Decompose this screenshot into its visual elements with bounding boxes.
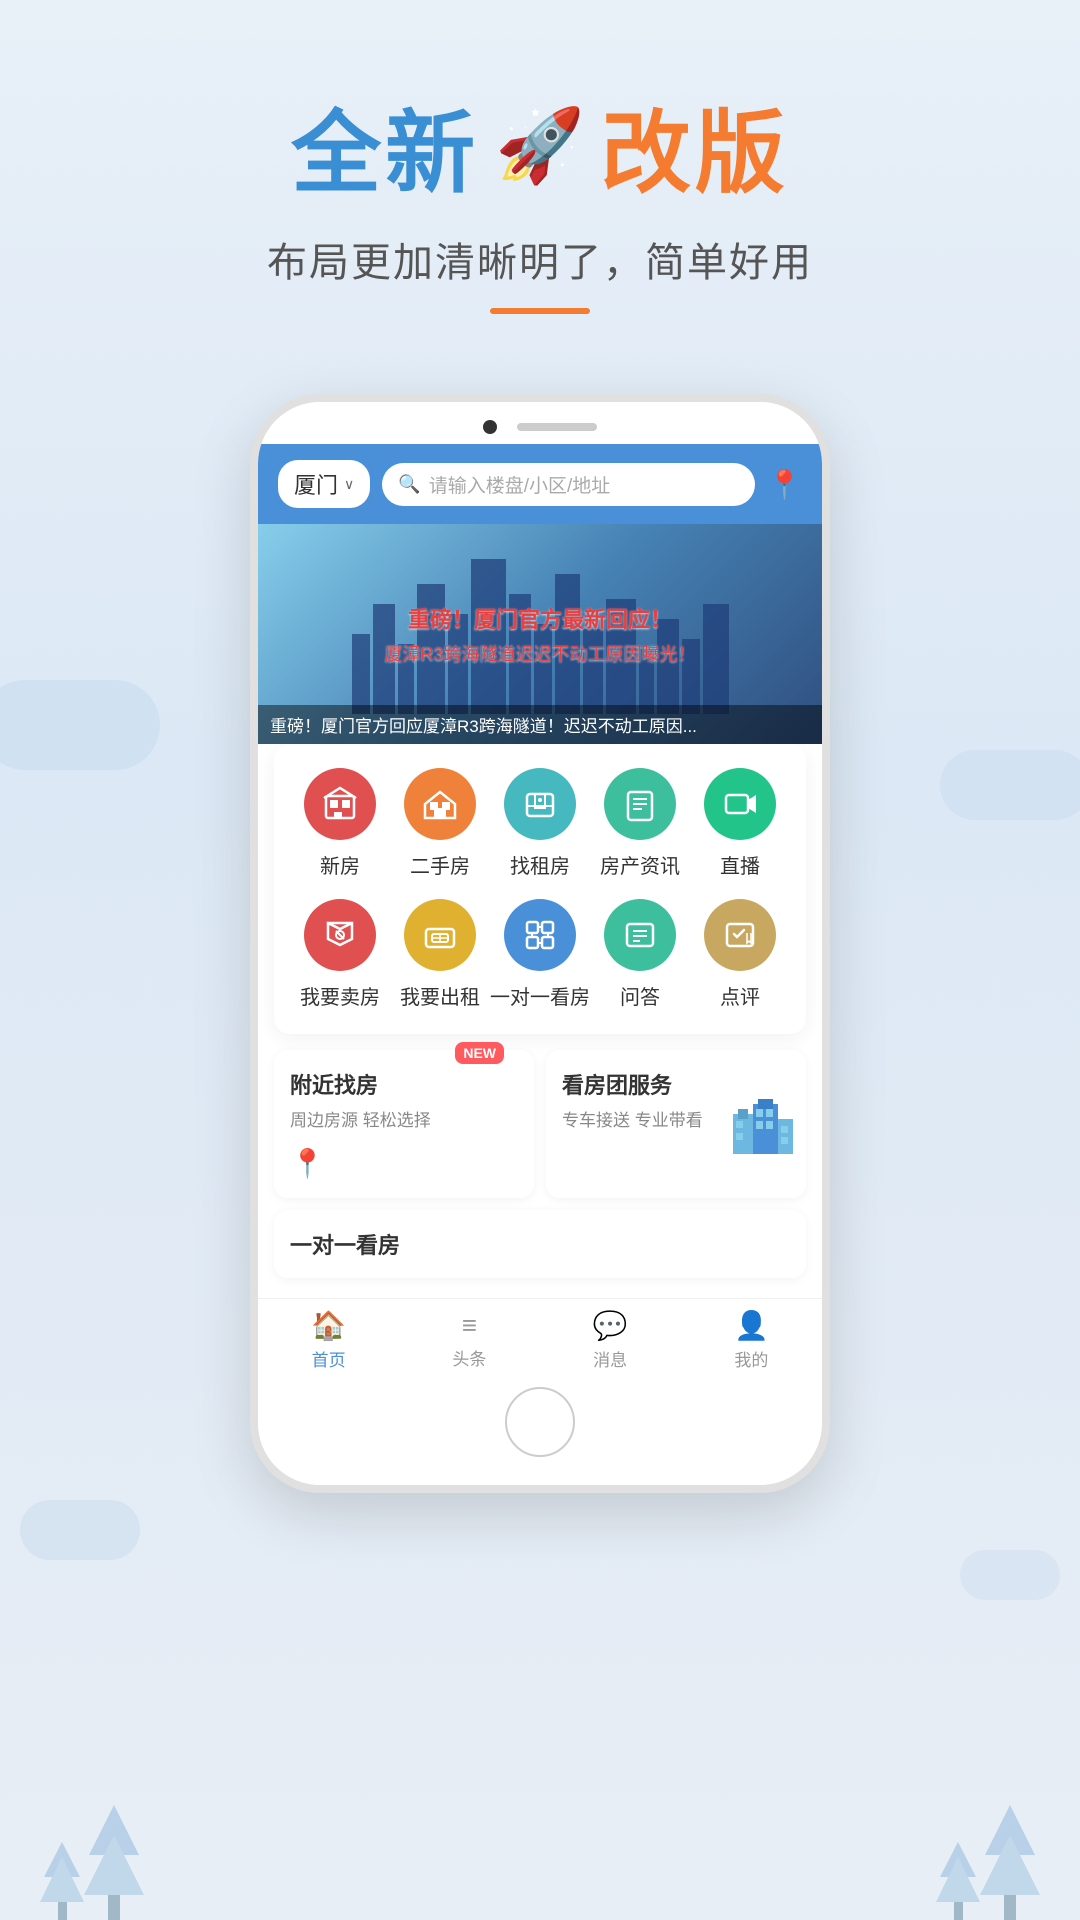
underline-decoration bbox=[490, 308, 590, 314]
phone-speaker bbox=[517, 423, 597, 431]
search-icon: 🔍 bbox=[398, 474, 420, 495]
headlines-nav-icon: ≡ bbox=[462, 1310, 477, 1341]
home-nav-icon: 🏠 bbox=[311, 1309, 346, 1342]
tree-right-small bbox=[936, 1842, 980, 1920]
headline-part1: 全新 bbox=[291, 80, 479, 210]
nav-headlines[interactable]: ≡ 头条 bbox=[452, 1310, 486, 1370]
phone-wrapper: 厦门 ∨ 🔍 请输入楼盘/小区/地址 📍 bbox=[0, 394, 1080, 1493]
menu-label-new-house: 新房 bbox=[320, 850, 360, 879]
menu-item-rent-out[interactable]: 我要出租 bbox=[390, 899, 490, 1010]
menu-item-tour[interactable]: 一对一看房 bbox=[490, 899, 590, 1010]
review-icon bbox=[704, 899, 776, 971]
bottom-cards: NEW 附近找房 周边房源 轻松选择 📍 看房团服务 专车接送 专业带看 bbox=[274, 1050, 806, 1198]
search-placeholder: 请输入楼盘/小区/地址 bbox=[429, 471, 611, 498]
qa-icon bbox=[604, 899, 676, 971]
new-badge: NEW bbox=[455, 1042, 504, 1064]
one-on-one-title: 一对一看房 bbox=[290, 1228, 790, 1260]
card-nearby[interactable]: NEW 附近找房 周边房源 轻松选择 📍 bbox=[274, 1050, 534, 1198]
menu-label-news: 房产资讯 bbox=[600, 850, 680, 879]
menu-item-review[interactable]: 点评 bbox=[690, 899, 790, 1010]
nav-profile[interactable]: 👤 我的 bbox=[734, 1309, 769, 1371]
card-tour-service[interactable]: 看房团服务 专车接送 专业带看 bbox=[546, 1050, 806, 1198]
headline-part2: 改版 bbox=[601, 80, 789, 210]
menu-label-second-hand: 二手房 bbox=[410, 850, 470, 879]
menu-item-qa[interactable]: 问答 bbox=[590, 899, 690, 1010]
profile-nav-label: 我的 bbox=[734, 1346, 768, 1371]
city-dropdown-arrow: ∨ bbox=[344, 476, 354, 493]
top-section: 全新 🚀 改版 布局更加清晰明了，简单好用 bbox=[0, 0, 1080, 354]
one-on-one-card[interactable]: 一对一看房 bbox=[274, 1210, 806, 1278]
second-hand-icon bbox=[404, 768, 476, 840]
phone-bottom-area bbox=[258, 1387, 822, 1485]
menu-item-sell[interactable]: 我要卖房 bbox=[290, 899, 390, 1010]
menu-label-rental: 找租房 bbox=[510, 850, 570, 879]
nearby-title: 附近找房 bbox=[290, 1068, 518, 1100]
nearby-subtitle: 周边房源 轻松选择 bbox=[290, 1106, 518, 1131]
deco-cloud-3 bbox=[20, 1500, 140, 1560]
messages-nav-label: 消息 bbox=[593, 1346, 627, 1371]
banner-caption: 重磅！厦门官方回应厦漳R3跨海隧道！迟迟不动工原因... bbox=[258, 705, 822, 744]
bottom-nav: 🏠 首页 ≡ 头条 💬 消息 👤 我的 bbox=[258, 1298, 822, 1387]
menu-item-live[interactable]: 直播 bbox=[690, 768, 790, 879]
menu-item-second-hand[interactable]: 二手房 bbox=[390, 768, 490, 879]
banner-title: 重磅！厦门官方最新回应！ bbox=[408, 602, 672, 634]
news-icon bbox=[604, 768, 676, 840]
city-label: 厦门 bbox=[294, 468, 338, 500]
location-icon[interactable]: 📍 bbox=[767, 468, 802, 501]
sell-icon bbox=[304, 899, 376, 971]
nav-messages[interactable]: 💬 消息 bbox=[593, 1309, 628, 1371]
tree-left-large bbox=[84, 1805, 144, 1920]
menu-grid: 新房 二手房 bbox=[274, 744, 806, 1034]
phone-camera bbox=[483, 420, 497, 434]
tree-right-large bbox=[980, 1805, 1040, 1920]
city-selector[interactable]: 厦门 ∨ bbox=[278, 460, 370, 508]
menu-label-rent-out: 我要出租 bbox=[400, 981, 480, 1010]
headlines-nav-label: 头条 bbox=[452, 1345, 486, 1370]
messages-nav-icon: 💬 bbox=[593, 1309, 628, 1342]
menu-label-tour: 一对一看房 bbox=[490, 981, 590, 1010]
live-icon bbox=[704, 768, 776, 840]
nav-home[interactable]: 🏠 首页 bbox=[311, 1309, 346, 1371]
tree-left-small bbox=[40, 1842, 84, 1920]
profile-nav-icon: 👤 bbox=[734, 1309, 769, 1342]
rental-icon bbox=[504, 768, 576, 840]
deco-cloud-4 bbox=[960, 1550, 1060, 1600]
menu-label-qa: 问答 bbox=[620, 981, 660, 1010]
menu-row-1: 新房 二手房 bbox=[290, 768, 790, 879]
home-nav-label: 首页 bbox=[312, 1346, 346, 1371]
phone-notch bbox=[258, 402, 822, 444]
new-house-icon bbox=[304, 768, 376, 840]
tree-decoration bbox=[0, 1720, 1080, 1920]
banner-subtitle: 厦漳R3跨海隧道迟迟不动工原因曝光！ bbox=[384, 640, 695, 666]
search-bar[interactable]: 🔍 请输入楼盘/小区/地址 bbox=[382, 463, 755, 506]
building-illustration bbox=[728, 1089, 798, 1159]
map-pin-icon: 📍 bbox=[290, 1147, 325, 1180]
headline: 全新 🚀 改版 bbox=[0, 80, 1080, 210]
banner[interactable]: 重磅！厦门官方最新回应！ 厦漳R3跨海隧道迟迟不动工原因曝光！ 重磅！厦门官方回… bbox=[258, 524, 822, 744]
menu-label-sell: 我要卖房 bbox=[300, 981, 380, 1010]
home-button[interactable] bbox=[505, 1387, 575, 1457]
subtitle: 布局更加清晰明了，简单好用 bbox=[0, 230, 1080, 288]
rent-out-icon bbox=[404, 899, 476, 971]
menu-item-new-house[interactable]: 新房 bbox=[290, 768, 390, 879]
phone-frame: 厦门 ∨ 🔍 请输入楼盘/小区/地址 📍 bbox=[250, 394, 830, 1493]
menu-item-rental[interactable]: 找租房 bbox=[490, 768, 590, 879]
app-header: 厦门 ∨ 🔍 请输入楼盘/小区/地址 📍 bbox=[258, 444, 822, 524]
menu-row-2: 我要卖房 我要出租 bbox=[290, 899, 790, 1010]
tour-icon bbox=[504, 899, 576, 971]
menu-label-live: 直播 bbox=[720, 850, 760, 879]
rocket-icon: 🚀 bbox=[495, 103, 585, 188]
menu-item-news[interactable]: 房产资讯 bbox=[590, 768, 690, 879]
menu-label-review: 点评 bbox=[720, 981, 760, 1010]
